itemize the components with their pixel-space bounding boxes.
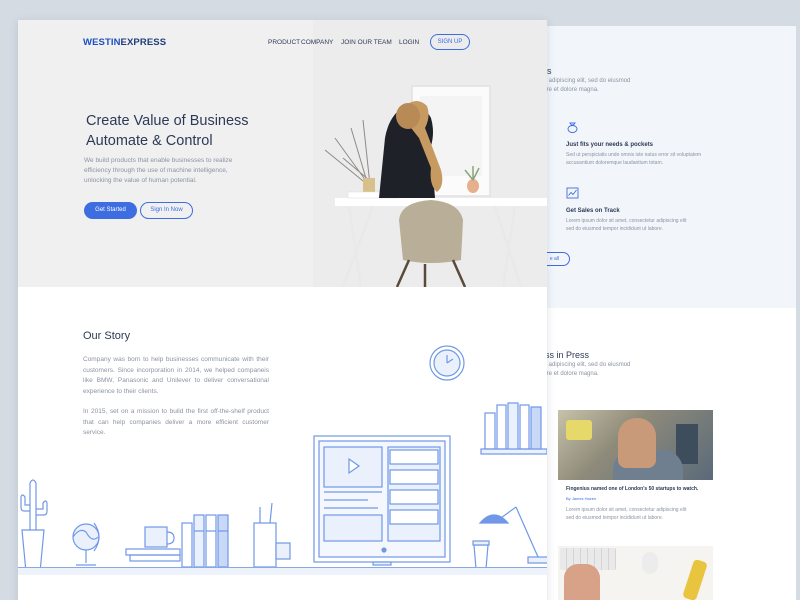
press-desc-line: bore et dolore magna. xyxy=(540,371,599,377)
our-story-section: Our Story Company was born to help busin… xyxy=(18,287,547,600)
hero-description: We build products that enable businesses… xyxy=(84,157,233,184)
press-article-image[interactable] xyxy=(558,410,713,480)
landing-page: WESTINEXPRESS PRODUCT COMPANY JOIN OUR T… xyxy=(18,20,547,600)
logo-part: WESTIN xyxy=(83,37,121,48)
desk-lamp-icon xyxy=(478,506,547,564)
monitor-icon xyxy=(313,435,451,566)
nav-product[interactable]: PRODUCT xyxy=(268,39,300,46)
press-desc-line: tur adipiscing elit, sed do eiusmod xyxy=(540,362,631,368)
benefits-desc-line: tur adipiscing elit, sed do eiusmod xyxy=(540,78,631,84)
hero-section: WESTINEXPRESS PRODUCT COMPANY JOIN OUR T… xyxy=(18,20,547,287)
feature-description: Sed ut perspiciatis unde omnis iste natu… xyxy=(566,151,766,167)
pen-holder-icon xyxy=(253,502,291,568)
press-article-text: Lorem ipsum dolor sit amet, consectetur … xyxy=(566,506,726,522)
image-detail xyxy=(642,552,658,574)
hero-photo xyxy=(313,20,547,287)
sign-up-button[interactable]: SIGN UP xyxy=(430,34,470,50)
bookshelf-icon xyxy=(480,402,547,455)
image-detail xyxy=(566,420,592,440)
feature-item: Get Sales on Track Lorem ipsum dolor sit… xyxy=(566,187,766,233)
image-detail xyxy=(564,564,600,600)
chart-icon xyxy=(566,187,579,199)
feature-desc-line: accusantium doloremque laudantium totam. xyxy=(566,160,663,166)
press-article-title[interactable]: Fingenius named one of London's 50 start… xyxy=(566,486,698,492)
image-detail xyxy=(618,418,656,468)
brand-logo[interactable]: WESTINEXPRESS xyxy=(83,37,166,48)
illustration-floor xyxy=(18,567,547,575)
binders-icon xyxy=(181,514,229,568)
feature-description: Lorem ipsum dolor sit amet, consectetur … xyxy=(566,217,766,233)
benefits-section: fits tur adipiscing elit, sed do eiusmod… xyxy=(530,26,796,308)
hero-title-line: Create Value of Business xyxy=(86,113,249,129)
benefits-desc-line: bore et dolore magna. xyxy=(540,87,599,93)
feature-desc-line: Lorem ipsum dolor sit amet, consectetur … xyxy=(566,218,687,224)
coffee-cup-icon xyxy=(472,540,490,570)
feature-item: Just fits your needs & pockets Sed ut pe… xyxy=(566,121,766,167)
logo-part: EXPRESS xyxy=(120,37,167,48)
background-page: fits tur adipiscing elit, sed do eiusmod… xyxy=(530,26,796,600)
moneybag-icon xyxy=(567,122,578,133)
nav-company[interactable]: COMPANY xyxy=(301,39,333,46)
press-article-image[interactable] xyxy=(558,546,713,600)
feature-desc-line: sed do eiusmod tempor incididunt ut labo… xyxy=(566,226,664,232)
press-description: tur adipiscing elit, sed do eiusmod bore… xyxy=(540,361,720,379)
press-article-byline: By James Hazen xyxy=(566,496,597,501)
coffee-mug-icon xyxy=(125,526,181,562)
workspace-illustration xyxy=(20,345,547,573)
cactus-icon xyxy=(20,479,48,573)
press-title: ess in Press xyxy=(540,350,590,360)
feature-title: Just fits your needs & pockets xyxy=(566,142,654,148)
get-started-button[interactable]: Get Started xyxy=(84,202,137,219)
hero-title: Create Value of Business Automate & Cont… xyxy=(86,111,306,151)
nav-join-our-team[interactable]: JOIN OUR TEAM xyxy=(341,39,392,46)
press-text-line: sed do eiusmod tempor incididunt ut labo… xyxy=(566,515,664,521)
feature-desc-line: Sed ut perspiciatis unde omnis iste natu… xyxy=(566,152,702,158)
clock-icon xyxy=(429,345,465,381)
feature-title: Get Sales on Track xyxy=(566,208,620,214)
image-detail xyxy=(682,558,708,600)
press-text-line: Lorem ipsum dolor sit amet, consectetur … xyxy=(566,507,687,513)
benefits-description: tur adipiscing elit, sed do eiusmod bore… xyxy=(540,77,720,95)
nav-login[interactable]: LOGIN xyxy=(399,39,419,46)
hero-title-line: Automate & Control xyxy=(86,133,213,149)
globe-icon xyxy=(72,522,100,566)
sign-in-button[interactable]: Sign In Now xyxy=(140,202,193,219)
